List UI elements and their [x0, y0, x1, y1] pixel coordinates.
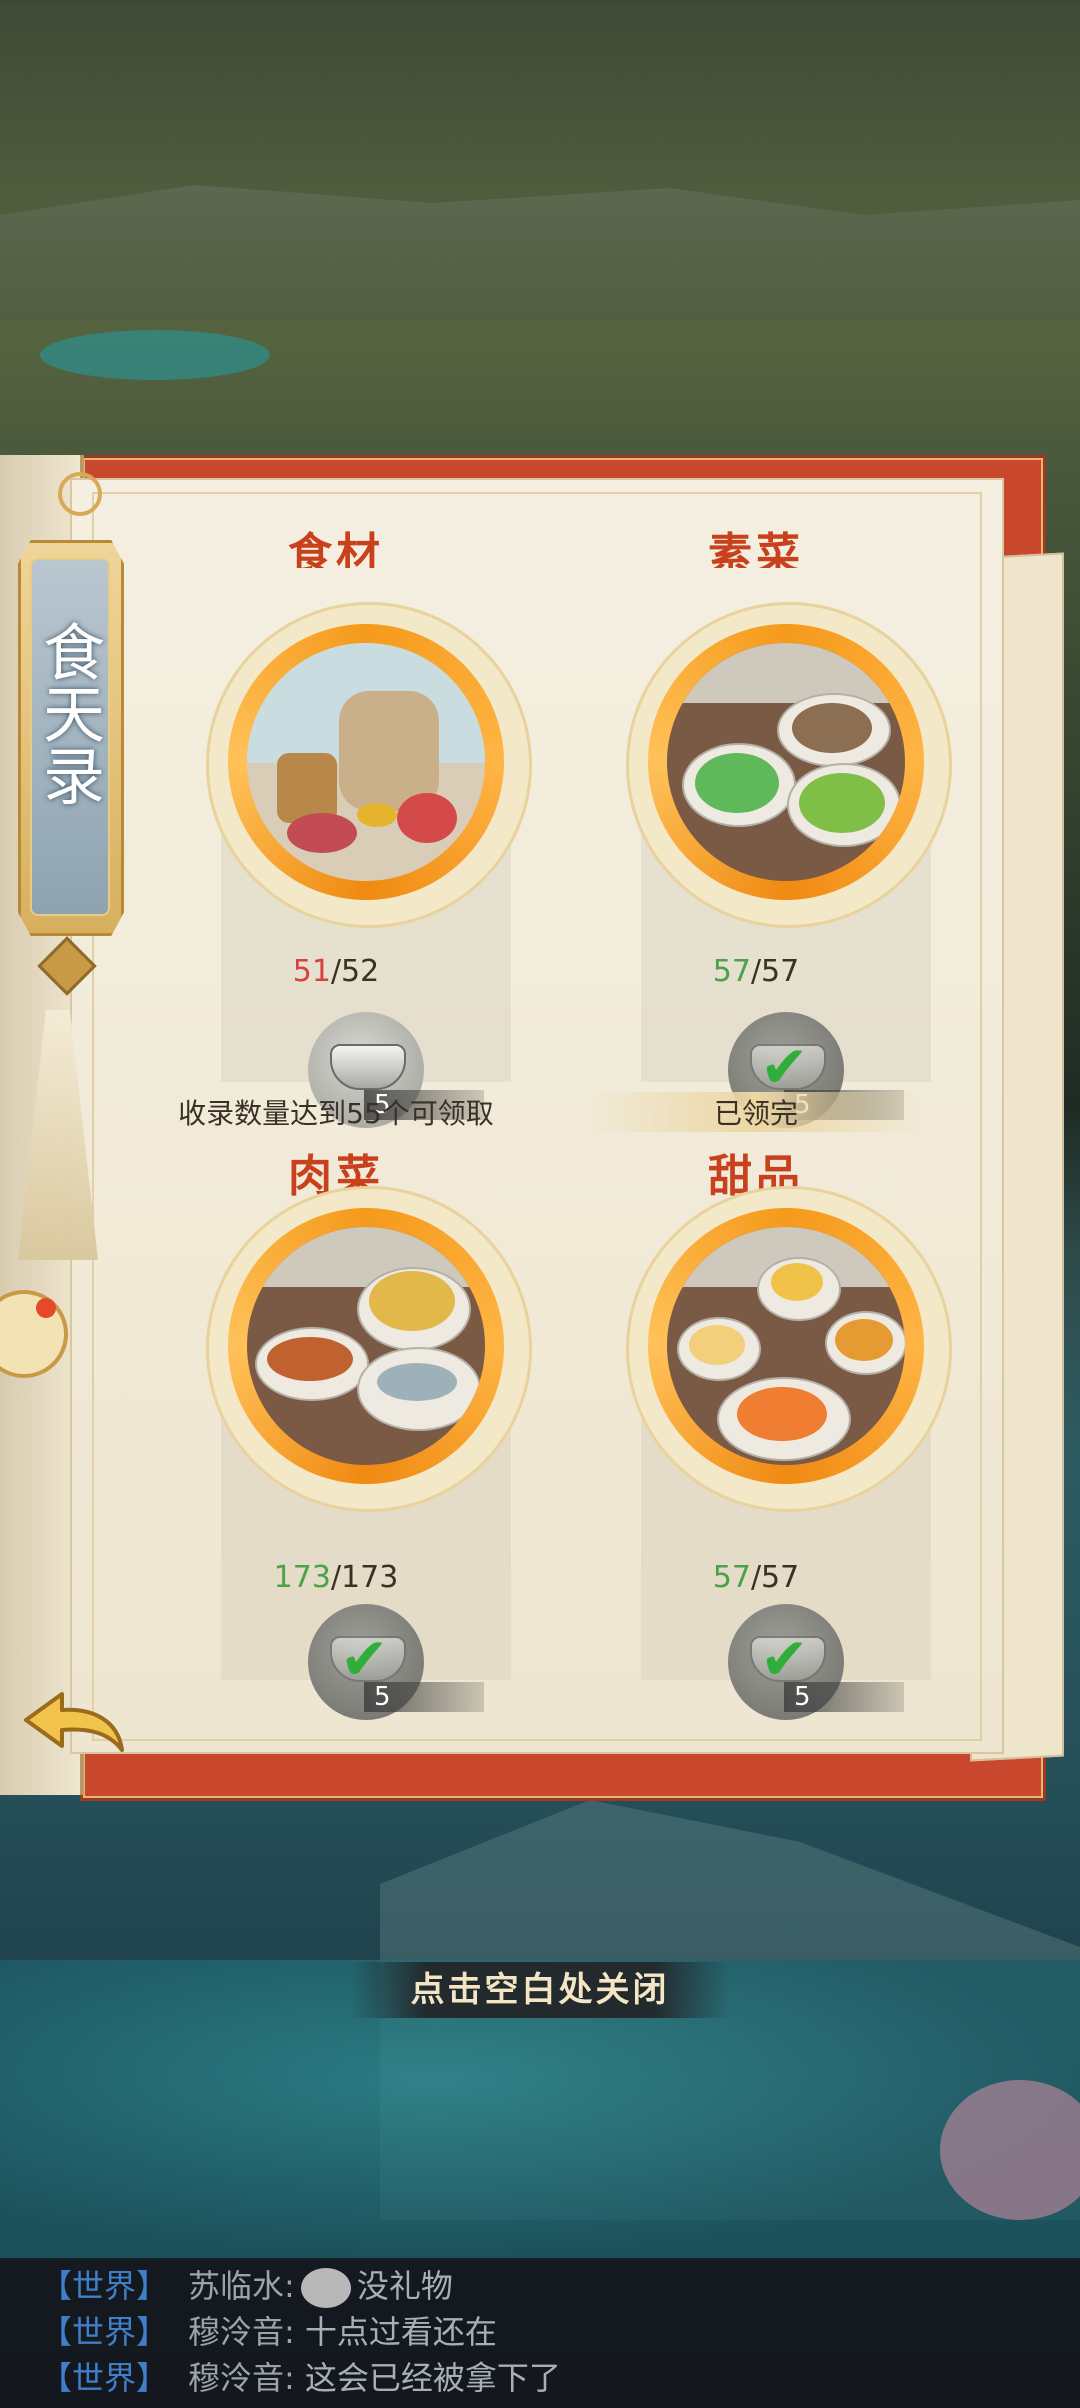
- chat-text: 这会已经被拿下了: [304, 2359, 561, 2397]
- chat-channel: 【世界】: [40, 2359, 169, 2397]
- fish: [377, 1363, 457, 1401]
- world-chat-panel[interactable]: 【世界】 苏临水: 没礼物 【世界】 穆泠音: 十点过看还在 【世界】 穆泠音: 这会已经被…: [0, 2258, 1080, 2408]
- collection-count: 51/52: [292, 954, 380, 989]
- collection-count: 173/173: [273, 1560, 399, 1595]
- chat-sender: 穆泠音:: [188, 2313, 295, 2351]
- background-pond: [40, 330, 270, 380]
- bok-choy: [695, 753, 779, 813]
- category-card-meat-dishes[interactable]: 肉菜 173/173 ✔ 5: [126, 1150, 546, 1720]
- buns: [689, 1325, 745, 1365]
- notification-dot: [36, 1298, 56, 1318]
- reward-condition-text: 收录数量达到55个可领取: [178, 1097, 494, 1130]
- meat-illustration: [247, 1227, 485, 1465]
- collection-count: 57/57: [712, 954, 800, 989]
- corn: [357, 803, 397, 827]
- ribbon-ring: [58, 472, 102, 516]
- chat-channel: 【世界】: [40, 2267, 169, 2305]
- checkmark-icon: ✔: [760, 1625, 809, 1693]
- reward-status-text: 已领完: [586, 1092, 926, 1132]
- wall-fill: [667, 643, 905, 703]
- chat-emoji-icon: [300, 2268, 351, 2308]
- checkmark-icon: ✔: [340, 1625, 389, 1693]
- chat-text: 十点过看还在: [304, 2313, 497, 2351]
- pumpkin-dish: [737, 1387, 827, 1441]
- apples: [397, 793, 457, 843]
- chat-text: 没礼物: [356, 2267, 453, 2305]
- dessert-illustration: [667, 1227, 905, 1465]
- green-beans: [799, 773, 885, 833]
- meat: [287, 813, 357, 853]
- category-label: 素菜: [708, 529, 804, 568]
- category-card-ingredients[interactable]: 食材 51/52 5 收录数量达到55个可领取: [126, 529, 546, 1130]
- ingredients-illustration: [247, 643, 485, 881]
- chat-message: 【世界】 穆泠音: 这会已经被拿下了: [40, 2356, 561, 2400]
- close-hint[interactable]: 点击空白处关闭: [350, 1962, 730, 2018]
- chat-message: 【世界】 穆泠音: 十点过看还在: [40, 2310, 497, 2354]
- chat-channel: 【世界】: [40, 2313, 169, 2351]
- chat-sender: 苏临水:: [188, 2267, 295, 2305]
- reward-quantity: 5: [364, 1682, 484, 1712]
- roast-chicken: [369, 1271, 455, 1331]
- ribbon-title: 食天录: [32, 620, 105, 806]
- chat-message: 【世界】 苏临水: 没礼物: [40, 2264, 453, 2308]
- collection-count: 57/57: [712, 1560, 800, 1595]
- category-label: 食材: [288, 529, 384, 568]
- reward-quantity: 5: [784, 1682, 904, 1712]
- egg-yolk-pastries: [835, 1319, 893, 1361]
- vegetable-illustration: [667, 643, 905, 881]
- cakes: [771, 1263, 823, 1301]
- mushrooms: [792, 703, 872, 753]
- background-cliff: [0, 185, 1080, 320]
- category-card-vegetable-dishes[interactable]: 素菜 57/57 ✔ 5 已领完: [546, 529, 966, 1132]
- back-arrow-icon[interactable]: [22, 1690, 126, 1754]
- silver-ingot-icon: [330, 1044, 406, 1090]
- spring-rolls: [267, 1337, 353, 1381]
- category-card-desserts[interactable]: 甜品 57/57 ✔ 5: [546, 1150, 966, 1720]
- chat-sender: 穆泠音:: [188, 2359, 295, 2397]
- checkmark-icon: ✔: [760, 1033, 809, 1101]
